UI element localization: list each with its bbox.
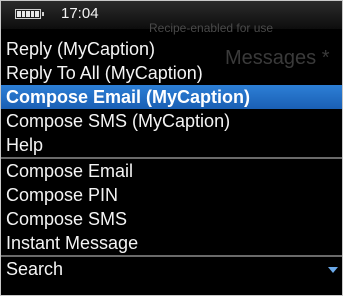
menu-item-search-label: Search xyxy=(6,259,64,279)
clock: 17:04 xyxy=(61,5,99,22)
menu-item-instant-message[interactable]: Instant Message xyxy=(1,231,342,255)
menu-item-compose-email[interactable]: Compose Email xyxy=(1,157,342,183)
background-header-text: Recipe-enabled for use xyxy=(149,21,274,35)
menu-item-compose-email-mycaption[interactable]: Compose Email (MyCaption) xyxy=(1,85,342,109)
scroll-down-icon[interactable] xyxy=(328,267,338,273)
menu-item-compose-pin[interactable]: Compose PIN xyxy=(1,183,342,207)
menu-item-reply-all-mycaption[interactable]: Reply To All (MyCaption) xyxy=(1,61,342,85)
context-menu: Reply (MyCaption) Reply To All (MyCaptio… xyxy=(1,37,342,281)
device-screen: 17:04 Recipe-enabled for use Messages * … xyxy=(0,0,343,296)
menu-item-help[interactable]: Help xyxy=(1,133,342,157)
menu-item-compose-sms[interactable]: Compose SMS xyxy=(1,207,342,231)
status-bar: 17:04 Recipe-enabled for use xyxy=(1,1,342,35)
menu-item-reply-mycaption[interactable]: Reply (MyCaption) xyxy=(1,37,342,61)
menu-item-search[interactable]: Search xyxy=(1,255,342,281)
battery-icon xyxy=(15,9,44,19)
menu-item-compose-sms-mycaption[interactable]: Compose SMS (MyCaption) xyxy=(1,109,342,133)
